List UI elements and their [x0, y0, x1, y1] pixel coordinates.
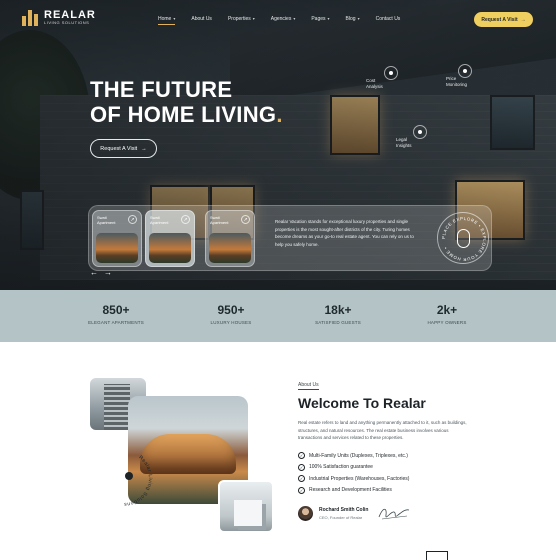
- hero-description: Realar Vacation stands for exceptional l…: [275, 219, 414, 247]
- button-label: Request A Visit: [481, 16, 518, 23]
- property-card-label: Swati Apartment: [210, 215, 229, 225]
- property-card-image: [149, 233, 191, 263]
- check-circle-icon: ✓: [298, 486, 305, 494]
- feature-list: ✓ Multi-Family Units (Duplexes, Triplexes…: [298, 450, 478, 496]
- list-item: ✓ Research and Development Facilities: [298, 485, 478, 497]
- check-circle-icon: ✓: [298, 475, 305, 483]
- nav-item-about-us[interactable]: About Us: [191, 16, 212, 22]
- arrow-right-icon: →: [520, 16, 526, 23]
- property-card-image: [96, 233, 138, 263]
- nav-label: Contact Us: [375, 16, 401, 22]
- button-label: Request A Visit: [100, 145, 138, 152]
- property-card[interactable]: Swati Apartment ↗: [145, 210, 195, 267]
- property-card[interactable]: Swati Apartment ↗: [92, 210, 142, 267]
- slider-controls: ← →: [90, 268, 112, 277]
- hero-request-visit-button[interactable]: Request A Visit →: [90, 139, 157, 158]
- stat-value: 950+: [217, 303, 245, 317]
- nav-label: Blog: [345, 16, 356, 22]
- svg-text:Realar Living Solutions: Realar Living Solutions: [124, 455, 154, 507]
- list-item: ✓ 100% Satisfaction guarantee: [298, 462, 478, 474]
- check-circle-icon: ✓: [298, 452, 305, 460]
- property-card[interactable]: Swati Apartment ↗: [205, 210, 255, 267]
- chevron-down-icon: ▾: [293, 16, 296, 21]
- arrow-up-right-icon: ↗: [241, 215, 250, 224]
- arrow-left-icon[interactable]: ←: [90, 268, 98, 277]
- feature-text: Research and Development Facilities: [309, 487, 392, 494]
- nav-item-agencies[interactable]: Agencies ▾: [271, 16, 296, 22]
- nav-label: Properties: [227, 16, 251, 22]
- signature-image: [378, 508, 410, 520]
- property-card-label: Swati Apartment: [150, 215, 169, 225]
- author-role: CEO, Founder of Realar: [319, 515, 363, 520]
- hero-title-dot: .: [276, 102, 283, 127]
- stat-value: 850+: [102, 303, 130, 317]
- hotspot-label: Cost Analysis: [366, 78, 383, 89]
- hero-title: THE FUTURE OF HOME LIVING.: [90, 77, 283, 127]
- mouse-icon: [457, 229, 470, 248]
- property-card-image: [209, 233, 251, 263]
- feature-text: 100% Satisfaction guarantee: [309, 464, 373, 471]
- nav-label: Pages: [311, 16, 326, 22]
- heart-icon: [125, 472, 133, 480]
- featured-properties-strip: Swati Apartment ↗ Swati Apartment ↗ Swat…: [88, 205, 492, 271]
- main-menu: Home ▾ About Us Properties ▾ Agencies ▾ Pag…: [158, 16, 416, 25]
- logo-bars-icon: [22, 10, 40, 26]
- brand-tagline: LIVING SOLUTIONS: [44, 20, 90, 25]
- author-name: Rochard Smith Colin: [319, 507, 369, 513]
- section-title: Welcome To Realar: [298, 395, 426, 411]
- stat-value: 18k+: [324, 303, 352, 317]
- stat-label: LUXURY HOUSES: [210, 320, 252, 325]
- author-block: Rochard Smith Colin CEO, Founder of Real…: [298, 506, 368, 521]
- check-circle-icon: ✓: [298, 463, 305, 471]
- stat-label: SATISFIED GUESTS: [315, 320, 361, 325]
- feature-text: Multi-Family Units (Duplexes, Triplexes,…: [309, 452, 408, 459]
- stat-label: ELEGANT APARTMENTS: [88, 320, 144, 325]
- property-card-label: Swati Apartment: [97, 215, 116, 225]
- chevron-down-icon: ▾: [252, 16, 255, 21]
- arrow-up-right-icon: ↗: [181, 215, 190, 224]
- nav-item-pages[interactable]: Pages ▾: [311, 16, 329, 22]
- arrow-up-right-icon: ↗: [128, 215, 137, 224]
- stats-bar: 850+ ELEGANT APARTMENTS 950+ LUXURY HOUS…: [0, 290, 556, 342]
- hero-title-line: THE FUTURE: [90, 77, 233, 102]
- stat-item: 18k+ SATISFIED GUESTS: [288, 303, 388, 325]
- about-image-modern: [218, 480, 274, 533]
- avatar: [298, 506, 313, 521]
- chevron-down-icon: ▾: [173, 16, 176, 21]
- arrow-right-icon[interactable]: →: [104, 268, 112, 277]
- living-solutions-ring: Realar Living Solutions: [124, 455, 154, 507]
- list-item: ✓ Industrial Properties (Warehouses, Fact…: [298, 473, 478, 485]
- stat-item: 850+ ELEGANT APARTMENTS: [66, 303, 166, 325]
- hotspot-label: Price Monitoring: [446, 76, 468, 87]
- explore-badge[interactable]: PLACE EXPLORE • EXPLORE YOUR HOME •: [437, 212, 489, 264]
- hotspot-label: Legal Insights: [396, 137, 412, 148]
- arrow-right-icon: →: [141, 145, 147, 152]
- brand-name: REALAR: [44, 9, 96, 21]
- hero-title-line: OF HOME LIVING: [90, 102, 277, 127]
- stat-item: 950+ LUXURY HOUSES: [181, 303, 281, 325]
- brand-logo[interactable]: REALAR LIVING SOLUTIONS: [22, 10, 96, 26]
- top-navigation: REALAR LIVING SOLUTIONS Home ▾ About Us P…: [0, 0, 556, 40]
- nav-item-blog[interactable]: Blog ▾: [346, 16, 360, 22]
- nav-item-properties[interactable]: Properties ▾: [228, 16, 255, 22]
- stat-label: HAPPY OWNERS: [427, 320, 467, 325]
- section-tag: About Us: [298, 382, 319, 390]
- list-item: ✓ Multi-Family Units (Duplexes, Triplexes…: [298, 450, 478, 462]
- nav-label: About Us: [191, 16, 212, 22]
- stat-item: 2k+ HAPPY OWNERS: [397, 303, 497, 325]
- chevron-down-icon: ▾: [327, 16, 330, 21]
- nav-item-contact-us[interactable]: Contact Us: [376, 16, 401, 22]
- nav-label: Agencies: [270, 16, 292, 22]
- stat-value: 2k+: [436, 303, 458, 317]
- nav-label: Home: [158, 16, 172, 22]
- section-description: Real estate refers to land and anything …: [298, 420, 467, 440]
- feature-text: Industrial Properties (Warehouses, Facto…: [309, 475, 410, 482]
- nav-item-home[interactable]: Home ▾: [158, 16, 176, 25]
- hero-section: REALAR LIVING SOLUTIONS Home ▾ About Us P…: [0, 0, 556, 290]
- request-visit-button[interactable]: Request A Visit →: [474, 12, 533, 27]
- chevron-down-icon: ▾: [357, 16, 360, 21]
- next-section-edge: [426, 551, 448, 560]
